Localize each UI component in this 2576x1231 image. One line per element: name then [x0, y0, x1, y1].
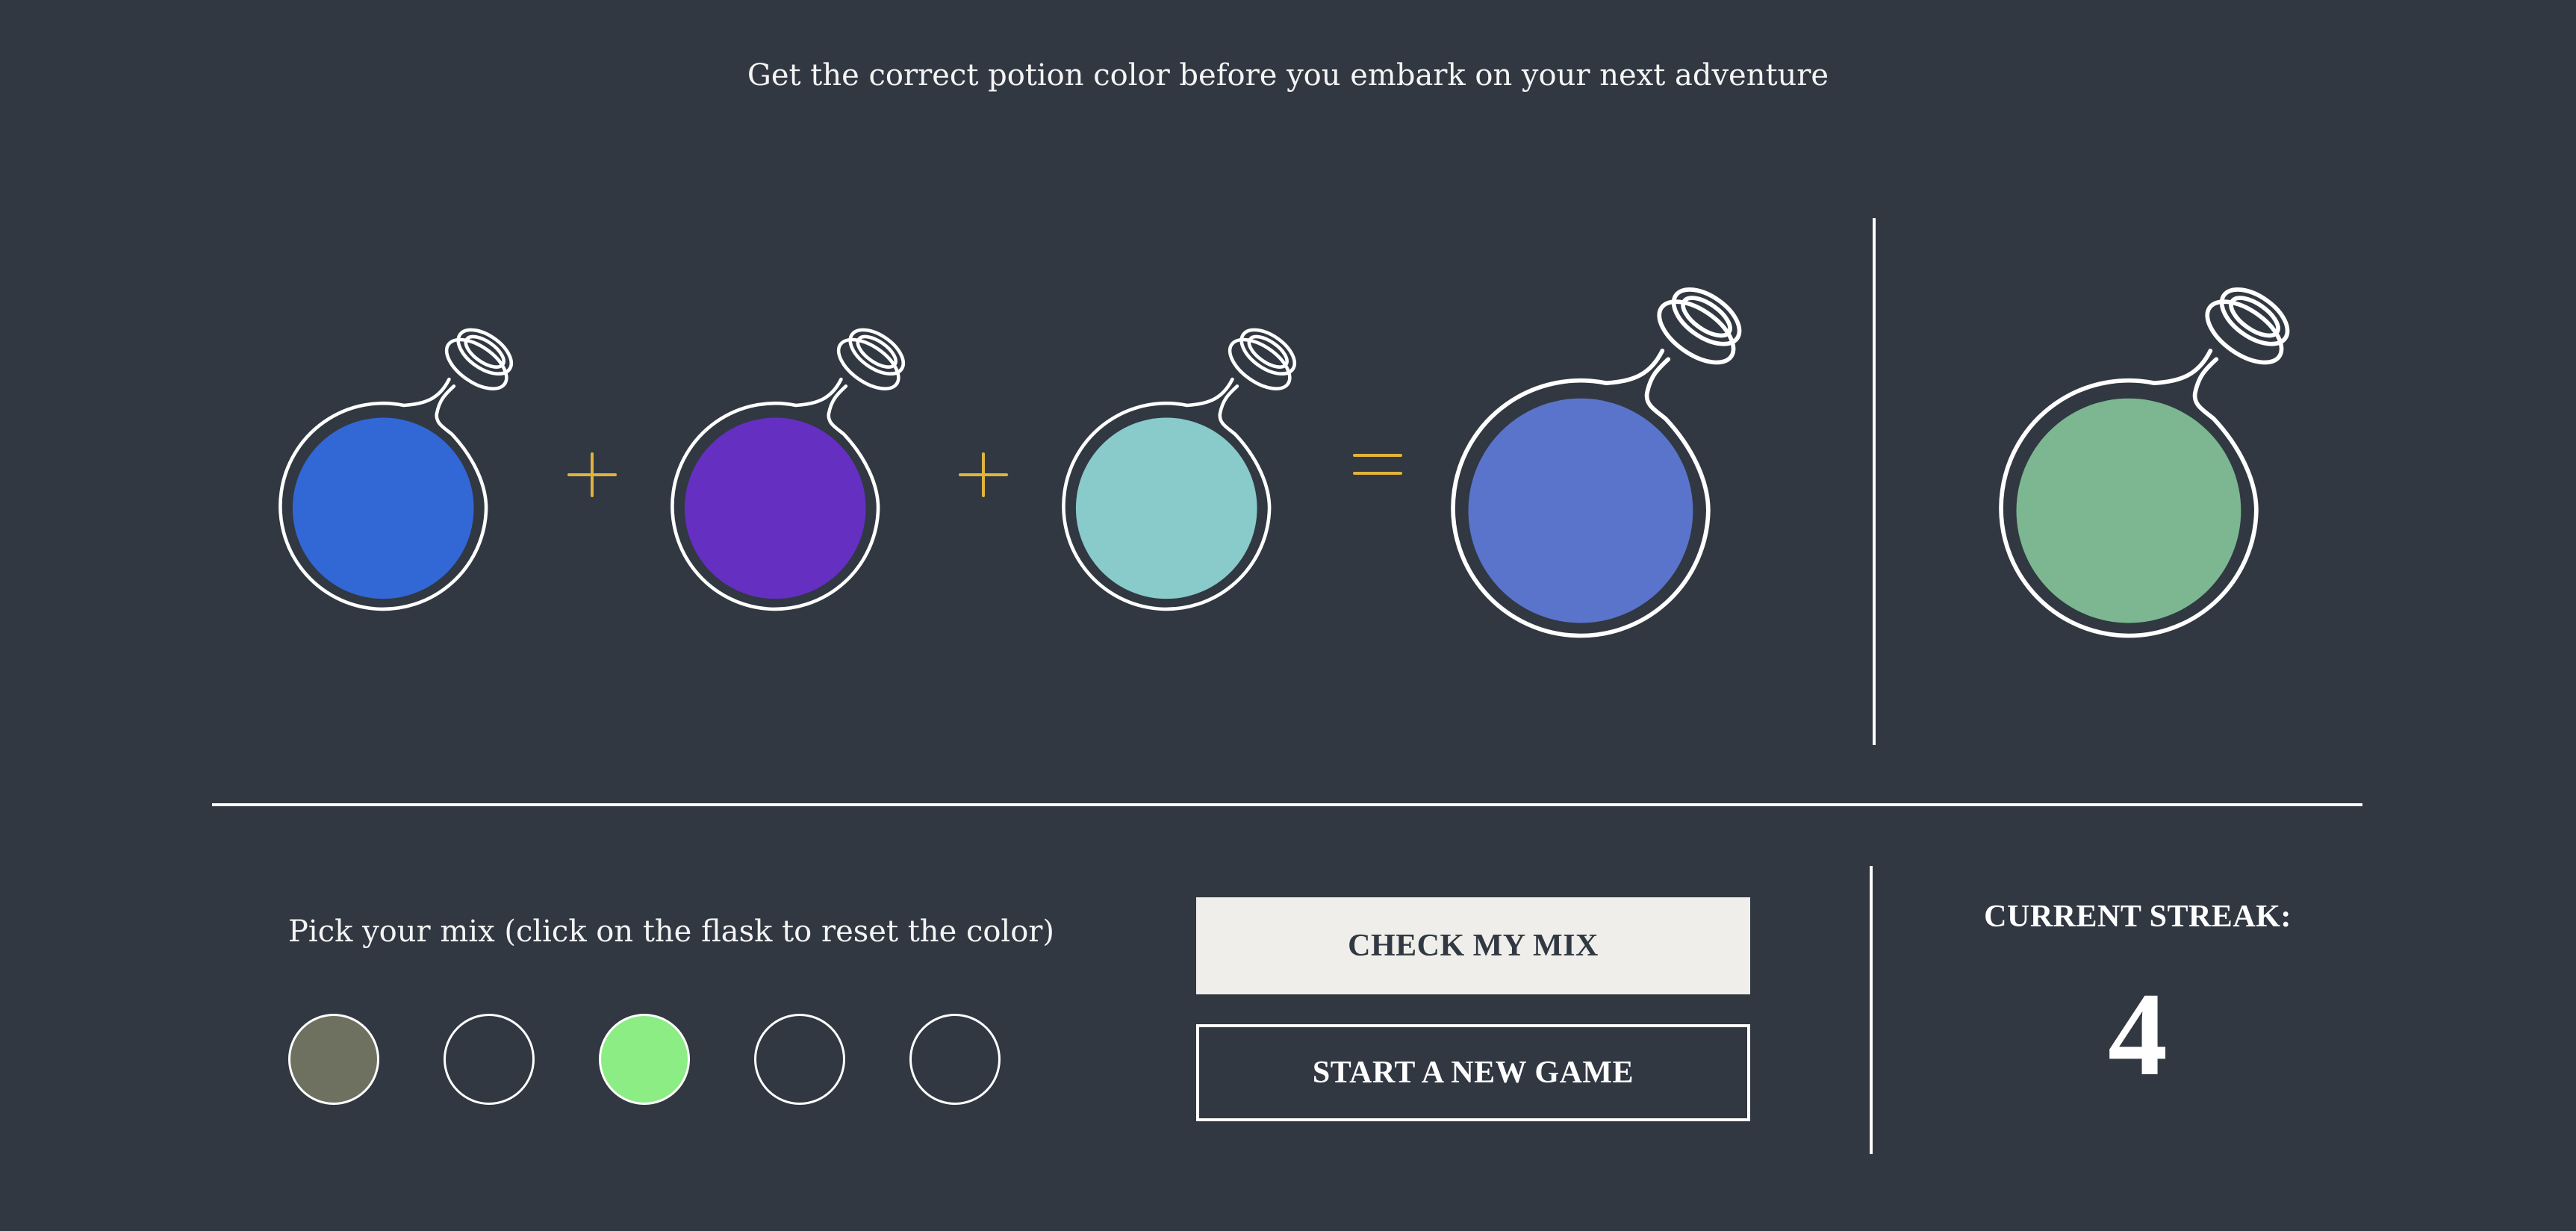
color-swatch-5[interactable]: [909, 1014, 1001, 1105]
instructions-text: Get the correct potion color before you …: [747, 58, 1829, 93]
check-mix-button[interactable]: CHECK MY MIX: [1196, 897, 1750, 994]
color-swatch-2[interactable]: [444, 1014, 535, 1105]
ingredient-flask-2[interactable]: [671, 312, 933, 611]
plus-icon: [564, 452, 620, 500]
color-swatch-3[interactable]: [599, 1014, 690, 1105]
vertical-divider-bottom: [1870, 866, 1873, 1154]
pick-mix-label: Pick your mix (click on the flask to res…: [288, 914, 1055, 949]
vertical-divider-top: [1873, 218, 1876, 745]
ingredient-flask-3[interactable]: [1062, 312, 1325, 611]
streak-label: CURRENT STREAK:: [1984, 900, 2292, 934]
target-flask: [1999, 267, 2324, 638]
ingredient-flask-1[interactable]: [279, 312, 541, 611]
color-swatch-4[interactable]: [754, 1014, 845, 1105]
horizontal-divider: [212, 803, 2362, 806]
new-game-button[interactable]: START A NEW GAME: [1196, 1024, 1750, 1121]
plus-icon: [956, 452, 1011, 500]
result-flask: [1451, 267, 1776, 638]
equals-icon: [1351, 445, 1404, 485]
streak-value: 4: [2108, 967, 2168, 1100]
color-swatch-1[interactable]: [288, 1014, 379, 1105]
